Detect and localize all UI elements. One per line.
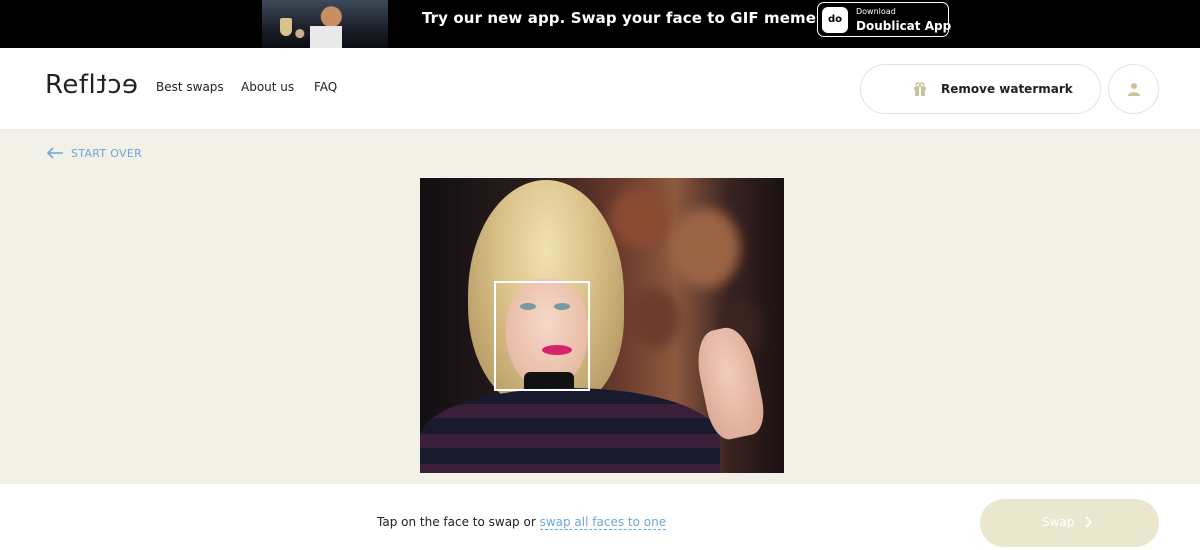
reflect-logo[interactable]: Reflect: [45, 70, 138, 100]
remove-watermark-button[interactable]: Remove watermark: [860, 64, 1101, 114]
swap-button[interactable]: Swap: [980, 499, 1159, 547]
arrow-left-icon: [46, 147, 63, 159]
bottom-action-bar: Tap on the face to swap or swap all face…: [0, 484, 1200, 550]
remove-watermark-label: Remove watermark: [941, 82, 1073, 96]
site-header: Reflect Best swaps About us FAQ Remove w…: [0, 48, 1200, 130]
user-icon: [1128, 83, 1140, 96]
swap-all-faces-link[interactable]: swap all faces to one: [539, 515, 667, 530]
chevron-right-icon: [1085, 516, 1092, 528]
swap-hint-text: Tap on the face to swap or: [377, 515, 540, 529]
doublicat-app-icon: do: [822, 7, 848, 33]
swap-hint: Tap on the face to swap or swap all face…: [377, 515, 667, 530]
gift-icon: [914, 82, 926, 96]
start-over-label: START OVER: [71, 147, 143, 160]
uploaded-photo: [420, 178, 784, 473]
account-button[interactable]: [1108, 64, 1159, 114]
download-label: Download: [856, 7, 896, 16]
nav-about-us[interactable]: About us: [241, 80, 294, 94]
download-app-button[interactable]: do Download Doublicat App: [817, 2, 952, 37]
promo-banner[interactable]: Try our new app. Swap your face to GIF m…: [0, 0, 1200, 48]
nav-faq[interactable]: FAQ: [314, 80, 337, 94]
logo-mirrored-text: ect: [96, 70, 139, 100]
logo-text: Refl: [45, 70, 97, 100]
swap-label: Swap: [1042, 515, 1075, 529]
nav-best-swaps[interactable]: Best swaps: [156, 80, 224, 94]
app-name-label: Doublicat App: [856, 19, 952, 33]
detected-face-box[interactable]: [494, 281, 590, 391]
banner-gif-image: [262, 0, 388, 48]
promo-text: Try our new app. Swap your face to GIF m…: [422, 9, 831, 27]
